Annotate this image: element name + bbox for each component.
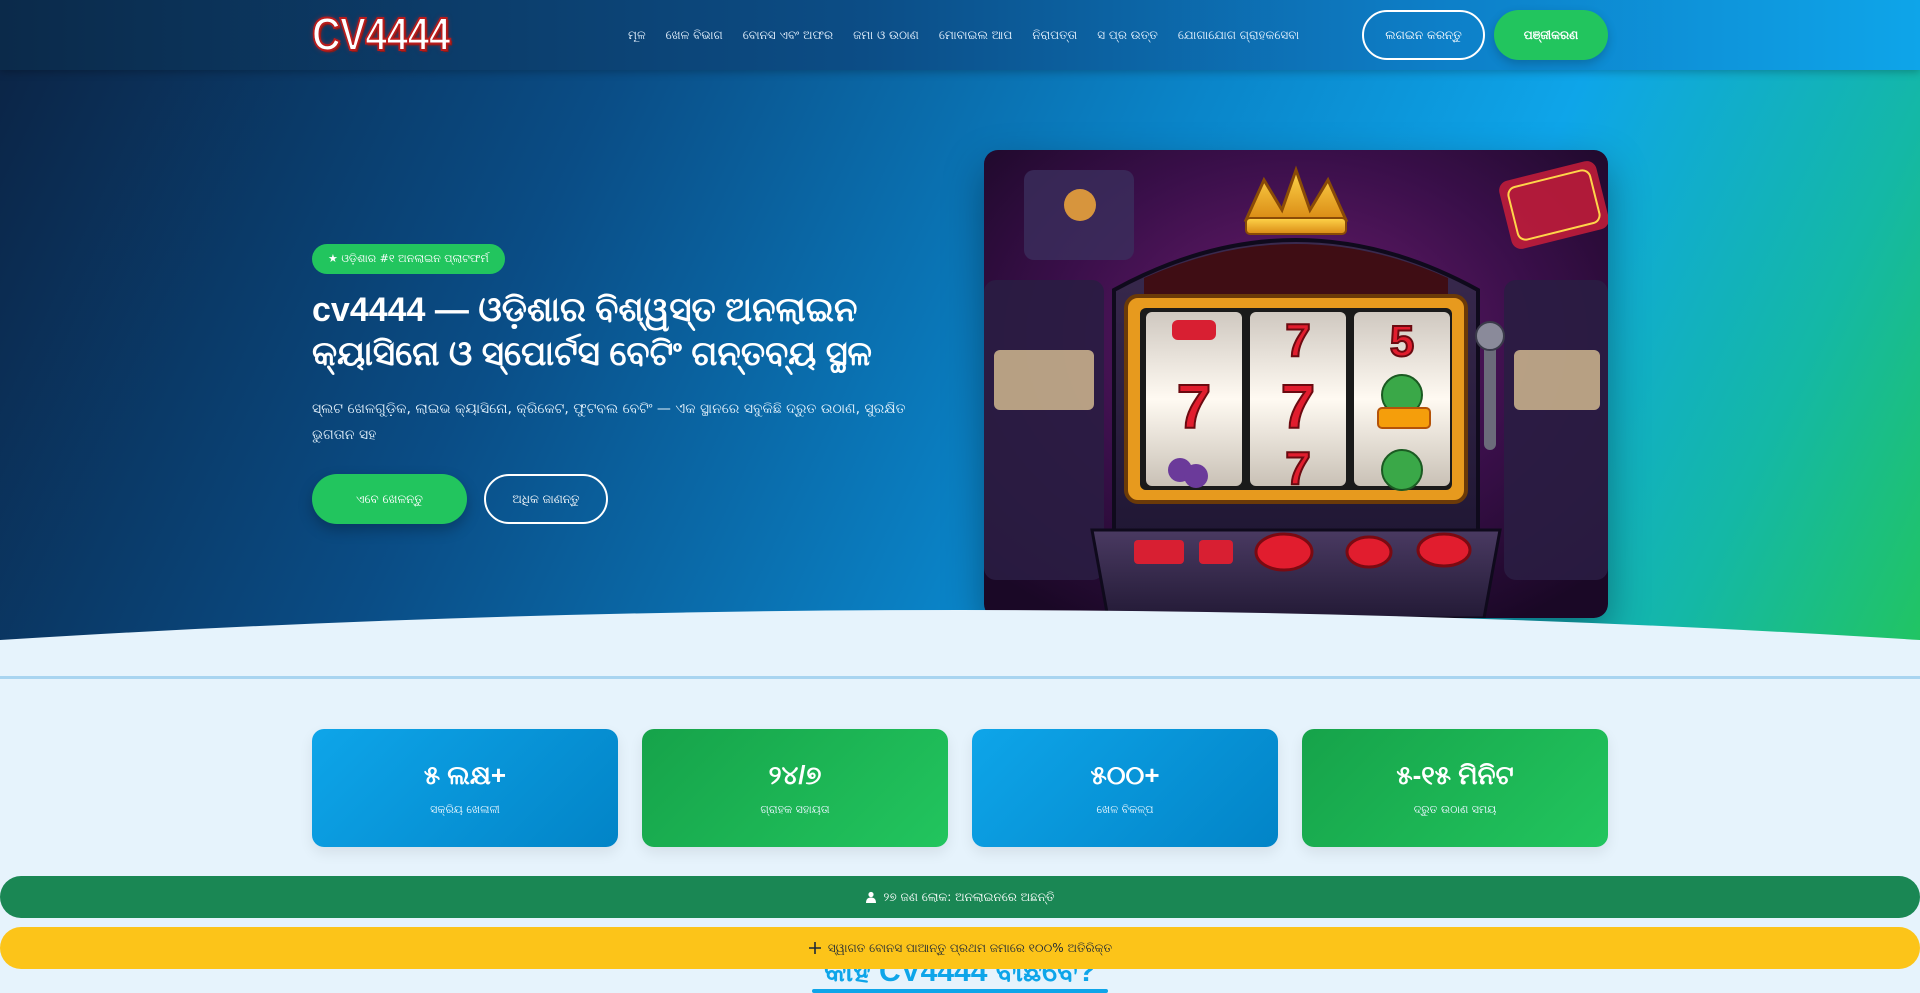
user-icon [865, 891, 877, 903]
gift-icon [808, 941, 822, 955]
hero-section: ★ ଓଡ଼ିଶାର #୧ ଅନଲାଇନ ପ୍ଲାଟଫର୍ମ cv4444 — ଓ… [0, 70, 1920, 680]
nav-item-deposit[interactable]: ଜମା ଓ ଉଠାଣ [853, 28, 919, 43]
nav-item-mobile-app[interactable]: ମୋବାଇଲ ଆପ [939, 28, 1012, 43]
main-nav: ମୂଳ ଖେଳ ବିଭାଗ ବୋନସ ଏବଂ ଅଫର ଜମା ଓ ଉଠାଣ ମୋ… [628, 0, 1319, 70]
welcome-bonus-bar[interactable]: ସ୍ୱାଗତ ବୋନସ ପାଆନ୍ତୁ ପ୍ରଥମ ଜମାରେ ୧୦୦% ଅତି… [0, 927, 1920, 969]
nav-item-support[interactable]: ଯୋଗାଯୋଗ ଗ୍ରାହକସେବା [1178, 28, 1299, 43]
svg-text:7: 7 [1285, 314, 1311, 366]
register-button[interactable]: ପଞ୍ଜୀକରଣ [1494, 10, 1608, 60]
slot-machine-image: 7 7 7 7 5 [984, 150, 1608, 618]
stat-value: ୫ ଲକ୍ଷ+ [423, 760, 507, 790]
stat-label: ସକ୍ରିୟ ଖେଳାଳୀ [430, 803, 500, 816]
hero-wave [0, 610, 1920, 680]
nav-item-games[interactable]: ଖେଳ ବିଭାଗ [666, 28, 723, 43]
stat-card-games: ୫୦୦+ ଖେଳ ବିକଳ୍ପ [972, 729, 1278, 847]
learn-more-button[interactable]: ଅଧିକ ଜାଣନ୍ତୁ [484, 474, 608, 524]
hero-badge: ★ ଓଡ଼ିଶାର #୧ ଅନଲାଇନ ପ୍ଲାଟଫର୍ମ [312, 244, 505, 274]
svg-text:7: 7 [1177, 373, 1211, 442]
stat-value: ୫-୧୫ ମିନିଟ [1396, 760, 1514, 790]
site-logo[interactable]: CV4444 [311, 9, 451, 59]
online-users-text: ୨୭ ଜଣ ଲୋକ: ଅନଲାଇନରେ ଅଛନ୍ତି [883, 889, 1055, 904]
stat-card-support: ୨୪/୭ ଗ୍ରାହକ ସହାୟତା [642, 729, 948, 847]
slot-machine-illustration: 7 7 7 7 5 [984, 150, 1608, 618]
nav-item-faq[interactable]: ସ ପ୍ର ଉତ୍ତ [1097, 28, 1158, 43]
svg-text:5: 5 [1390, 317, 1414, 366]
online-users-bar: ୨୭ ଜଣ ଲୋକ: ଅନଲାଇନରେ ଅଛନ୍ତି [0, 876, 1920, 918]
svg-text:7: 7 [1281, 373, 1315, 442]
nav-item-bonus[interactable]: ବୋନସ ଏବଂ ଅଫର [743, 28, 833, 43]
stat-label: ଦ୍ରୁତ ଉଠାଣ ସମୟ [1413, 803, 1497, 816]
hero-subtitle: ସ୍ଲଟ ଖେଳଗୁଡ଼ିକ, ଲାଇଭ କ୍ୟାସିନୋ, କ୍ରିକେଟ, … [312, 401, 906, 443]
welcome-bonus-text: ସ୍ୱାଗତ ବୋନସ ପାଆନ୍ତୁ ପ୍ରଥମ ଜମାରେ ୧୦୦% ଅତି… [827, 940, 1113, 955]
nav-item-home[interactable]: ମୂଳ [628, 28, 646, 43]
stat-value: ୨୪/୭ [768, 760, 822, 790]
login-button[interactable]: ଲଗଇନ କରନ୍ତୁ [1362, 10, 1485, 60]
section-underline [812, 989, 1108, 993]
stat-label: ଖେଳ ବିକଳ୍ପ [1096, 803, 1154, 816]
top-header: CV4444 ମୂଳ ଖେଳ ବିଭାଗ ବୋନସ ଏବଂ ଅଫର ଜମା ଓ … [0, 0, 1920, 70]
section-divider [0, 676, 1920, 679]
nav-item-security[interactable]: ନିରାପତ୍ତା [1032, 28, 1077, 43]
hero-title: cv4444 — ଓଡ଼ିଶାର ବିଶ୍ୱସ୍ତ ଅନଲାଇନ କ୍ୟାସିନ… [312, 291, 872, 373]
stat-label: ଗ୍ରାହକ ସହାୟତା [760, 803, 830, 816]
svg-text:7: 7 [1285, 442, 1311, 494]
play-now-button[interactable]: ଏବେ ଖେଳନ୍ତୁ [312, 474, 467, 524]
stat-card-players: ୫ ଲକ୍ଷ+ ସକ୍ରିୟ ଖେଳାଳୀ [312, 729, 618, 847]
stat-value: ୫୦୦+ [1090, 760, 1160, 790]
stat-card-withdrawal: ୫-୧୫ ମିନିଟ ଦ୍ରୁତ ଉଠାଣ ସମୟ [1302, 729, 1608, 847]
